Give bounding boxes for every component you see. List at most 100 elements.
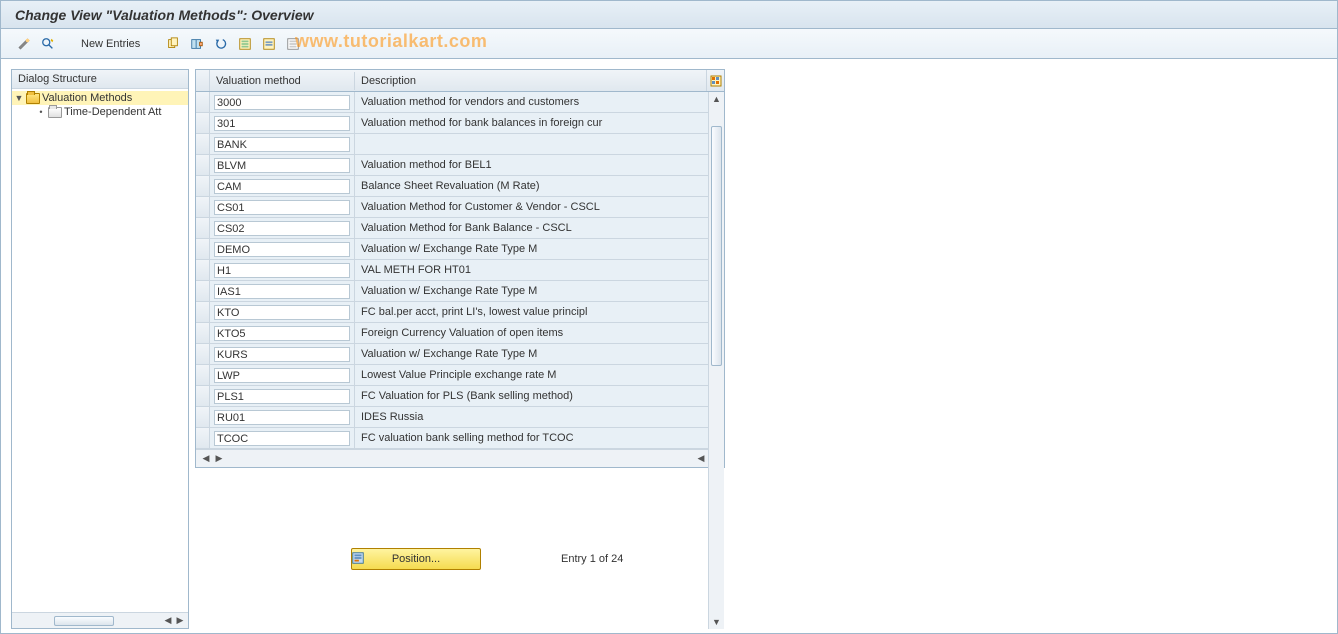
cell-valuation-method <box>210 281 355 301</box>
row-selector[interactable] <box>196 344 210 364</box>
row-selector[interactable] <box>196 281 210 301</box>
table-row: IDES Russia <box>196 407 724 428</box>
row-selector[interactable] <box>196 323 210 343</box>
scroll-right-icon[interactable]: ▶ <box>213 453 225 464</box>
table-header-row: Valuation method Description <box>196 70 724 92</box>
table-horizontal-scrollbar[interactable]: ◀ ▶ ◀ ▶ <box>196 449 724 467</box>
table-row: FC bal.per acct, print LI's, lowest valu… <box>196 302 724 323</box>
valuation-method-input[interactable] <box>214 221 350 236</box>
cell-valuation-method <box>210 407 355 427</box>
scroll-left-icon[interactable]: ◀ <box>695 453 707 464</box>
find-icon[interactable] <box>39 35 57 53</box>
valuation-method-input[interactable] <box>214 305 350 320</box>
tree-body: ▼ Valuation Methods • Time-Dependent Att <box>12 89 188 612</box>
valuation-method-input[interactable] <box>214 116 350 131</box>
row-selector[interactable] <box>196 176 210 196</box>
column-header-method[interactable]: Valuation method <box>210 72 355 90</box>
cell-valuation-method <box>210 176 355 196</box>
row-selector[interactable] <box>196 428 210 448</box>
cell-valuation-method <box>210 428 355 448</box>
table-row: Balance Sheet Revaluation (M Rate) <box>196 176 724 197</box>
table-row: Lowest Value Principle exchange rate M <box>196 365 724 386</box>
position-button-wrap: Position... <box>351 548 481 570</box>
valuation-method-input[interactable] <box>214 347 350 362</box>
copy-icon[interactable] <box>164 35 182 53</box>
scroll-up-icon[interactable]: ▲ <box>709 92 724 106</box>
row-selector[interactable] <box>196 197 210 217</box>
table-row: VAL METH FOR HT01 <box>196 260 724 281</box>
valuation-method-input[interactable] <box>214 389 350 404</box>
tree-item-valuation-methods[interactable]: ▼ Valuation Methods <box>12 91 188 105</box>
table-row: Valuation w/ Exchange Rate Type M <box>196 281 724 302</box>
cell-description: Valuation Method for Customer & Vendor -… <box>355 197 708 217</box>
valuation-method-input[interactable] <box>214 95 350 110</box>
scrollbar-thumb[interactable] <box>54 616 114 626</box>
table-row <box>196 134 724 155</box>
row-selector[interactable] <box>196 365 210 385</box>
table-wrapper: Valuation method Description Valuation m… <box>195 69 725 629</box>
valuation-method-input[interactable] <box>214 158 350 173</box>
collapse-icon[interactable]: ▼ <box>14 93 24 103</box>
valuation-method-input[interactable] <box>214 263 350 278</box>
row-selector[interactable] <box>196 407 210 427</box>
row-selector[interactable] <box>196 218 210 238</box>
cell-description: Valuation method for vendors and custome… <box>355 92 708 112</box>
scrollbar-thumb[interactable] <box>711 126 722 366</box>
tree-horizontal-scrollbar[interactable]: ◀ ▶ <box>12 612 188 628</box>
undo-icon[interactable] <box>212 35 230 53</box>
table-row: FC valuation bank selling method for TCO… <box>196 428 724 449</box>
scroll-right-icon[interactable]: ▶ <box>174 615 186 626</box>
folder-closed-icon <box>48 107 62 118</box>
cell-description: Balance Sheet Revaluation (M Rate) <box>355 176 708 196</box>
tree-item-time-dependent[interactable]: • Time-Dependent Att <box>12 105 188 119</box>
table-row: FC Valuation for PLS (Bank selling metho… <box>196 386 724 407</box>
valuation-method-input[interactable] <box>214 179 350 194</box>
row-selector[interactable] <box>196 92 210 112</box>
scroll-left-icon[interactable]: ◀ <box>162 615 174 626</box>
deselect-all-icon[interactable] <box>284 35 302 53</box>
table-row: Valuation Method for Bank Balance - CSCL <box>196 218 724 239</box>
table-settings-icon[interactable] <box>706 70 724 91</box>
table-row: Valuation w/ Exchange Rate Type M <box>196 344 724 365</box>
toggle-display-icon[interactable] <box>15 35 33 53</box>
valuation-methods-table: Valuation method Description Valuation m… <box>195 69 725 468</box>
new-entries-button[interactable]: New Entries <box>81 38 140 50</box>
scroll-down-icon[interactable]: ▼ <box>709 615 724 629</box>
valuation-method-input[interactable] <box>214 410 350 425</box>
cell-description <box>355 134 708 154</box>
column-header-description[interactable]: Description <box>355 72 706 90</box>
valuation-method-input[interactable] <box>214 200 350 215</box>
valuation-method-input[interactable] <box>214 326 350 341</box>
row-selector[interactable] <box>196 386 210 406</box>
cell-valuation-method <box>210 113 355 133</box>
select-block-icon[interactable] <box>260 35 278 53</box>
row-selector-header[interactable] <box>196 70 210 91</box>
valuation-method-input[interactable] <box>214 431 350 446</box>
row-selector[interactable] <box>196 302 210 322</box>
table-vertical-scrollbar[interactable]: ▲ ▼ <box>708 92 724 629</box>
cell-valuation-method <box>210 197 355 217</box>
valuation-method-input[interactable] <box>214 242 350 257</box>
cell-valuation-method <box>210 134 355 154</box>
delete-icon[interactable] <box>188 35 206 53</box>
cell-description: FC valuation bank selling method for TCO… <box>355 428 708 448</box>
row-selector[interactable] <box>196 260 210 280</box>
select-all-icon[interactable] <box>236 35 254 53</box>
cell-description: FC Valuation for PLS (Bank selling metho… <box>355 386 708 406</box>
row-selector[interactable] <box>196 113 210 133</box>
row-selector[interactable] <box>196 134 210 154</box>
valuation-method-input[interactable] <box>214 284 350 299</box>
cell-description: Valuation method for bank balances in fo… <box>355 113 708 133</box>
cell-description: Valuation w/ Exchange Rate Type M <box>355 344 708 364</box>
tree-item-label: Time-Dependent Att <box>64 106 161 118</box>
footer-line: Position... Entry 1 of 24 <box>351 548 623 570</box>
position-icon <box>349 549 367 567</box>
row-selector[interactable] <box>196 155 210 175</box>
valuation-method-input[interactable] <box>214 137 350 152</box>
scroll-left-icon[interactable]: ◀ <box>200 453 212 464</box>
row-selector[interactable] <box>196 239 210 259</box>
cell-description: Valuation w/ Exchange Rate Type M <box>355 239 708 259</box>
cell-valuation-method <box>210 218 355 238</box>
valuation-method-input[interactable] <box>214 368 350 383</box>
position-button[interactable]: Position... <box>351 548 481 570</box>
